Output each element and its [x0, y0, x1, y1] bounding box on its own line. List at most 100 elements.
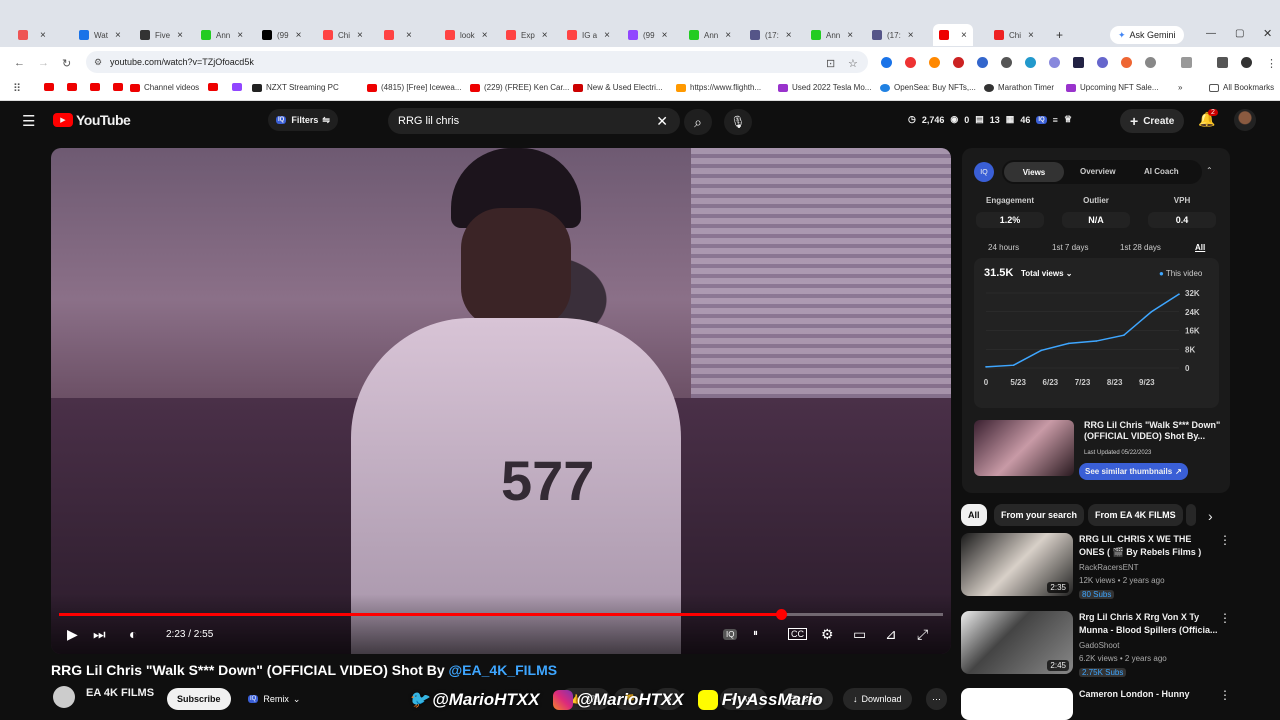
related-video-item[interactable]: Cameron London - Hunny ⋮	[961, 688, 1261, 720]
extensions-puzzle-icon[interactable]	[1181, 57, 1192, 68]
browser-tab[interactable]: Wat ×	[79, 25, 121, 45]
bookmark-item[interactable]	[113, 83, 127, 91]
bookmark-item[interactable]: (229) (FREE) Ken Car...	[470, 83, 569, 92]
browser-tab[interactable]: ×	[933, 24, 973, 46]
extension-icon[interactable]	[1145, 57, 1156, 68]
subscribe-button[interactable]: Subscribe	[167, 688, 231, 710]
reading-list-icon[interactable]	[1217, 57, 1228, 68]
captions-icon[interactable]: CC	[788, 628, 807, 640]
browser-tab[interactable]: Ann ×	[201, 25, 243, 45]
browser-tab[interactable]: Chi ×	[994, 25, 1034, 45]
browser-tab[interactable]: ×	[384, 25, 412, 45]
bookmark-item[interactable]	[232, 83, 246, 91]
reload-icon[interactable]: ↻	[62, 57, 71, 70]
chips-next-chevron-icon[interactable]: ›	[1208, 508, 1213, 524]
tab-close-icon[interactable]: ×	[961, 30, 967, 41]
more-options-icon[interactable]: ⋮	[1219, 533, 1231, 547]
vidiq-stats-bar[interactable]: ◷ 2,746 ◉ 0 ▤ 13 ▦ 46 IQ ≡ ♕	[908, 114, 1072, 125]
more-options-icon[interactable]: ⋮	[1219, 688, 1231, 702]
profile-avatar[interactable]	[1241, 57, 1252, 68]
back-icon[interactable]: ←	[14, 57, 25, 69]
microphone-icon[interactable]: 🎙	[724, 109, 752, 135]
tab-close-icon[interactable]: ×	[1028, 30, 1034, 41]
miniplayer-icon[interactable]: ▭	[853, 626, 866, 643]
play-button-icon[interactable]: ▶	[67, 626, 78, 643]
tab-overview[interactable]: Overview	[1080, 167, 1116, 176]
channel-avatar[interactable]	[53, 686, 75, 708]
hamburger-menu-icon[interactable]: ☰	[22, 112, 35, 130]
ask-gemini-button[interactable]: ✦ Ask Gemini	[1110, 26, 1184, 44]
bookmark-item[interactable]	[67, 83, 81, 91]
tab-close-icon[interactable]: ×	[237, 30, 243, 41]
apps-grid-icon[interactable]: ⠿	[13, 82, 21, 95]
tab-close-icon[interactable]: ×	[482, 30, 488, 41]
browser-tab[interactable]: (17: ×	[750, 25, 792, 45]
tab-views[interactable]: Views	[1004, 162, 1064, 182]
forward-icon[interactable]: →	[38, 57, 49, 69]
bookmark-item[interactable]: (4815) [Free] Icewea...	[367, 83, 461, 92]
browser-tab[interactable]: (17: ×	[872, 25, 914, 45]
bookmark-item[interactable]: Channel videos	[130, 83, 199, 92]
tab-ai-coach[interactable]: AI Coach	[1144, 167, 1179, 176]
fullscreen-icon[interactable]: ⤢	[917, 626, 928, 643]
more-options-icon[interactable]: ⋮	[1219, 611, 1231, 625]
bookmark-star-icon[interactable]: ☆	[848, 57, 858, 70]
chip-overflow[interactable]	[1186, 504, 1196, 526]
extension-icon[interactable]	[1121, 57, 1132, 68]
tab-close-icon[interactable]: ×	[847, 30, 853, 41]
maximize-button[interactable]: ▢	[1235, 28, 1244, 39]
minimize-button[interactable]: —	[1206, 28, 1216, 39]
all-bookmarks-folder[interactable]: All Bookmarks	[1209, 83, 1274, 92]
cast-icon[interactable]: ⊿	[885, 626, 897, 643]
channel-name[interactable]: EA 4K FILMS	[86, 687, 154, 699]
extension-icon[interactable]	[905, 57, 916, 68]
bookmark-item[interactable]: Marathon Timer	[984, 83, 1054, 92]
bookmark-item[interactable]: New & Used Electri...	[573, 83, 663, 92]
chip-from-search[interactable]: From your search	[994, 504, 1085, 526]
browser-tab[interactable]: Chi ×	[323, 25, 363, 45]
browser-tab[interactable]: Ann ×	[689, 25, 731, 45]
bookmark-item[interactable]: Upcoming NFT Sale...	[1066, 83, 1159, 92]
extension-icon[interactable]	[929, 57, 940, 68]
range-7d[interactable]: 1st 7 days	[1052, 243, 1088, 252]
volume-icon[interactable]: ◐	[129, 626, 137, 642]
download-button[interactable]: ↓ Download	[843, 688, 912, 710]
range-28d[interactable]: 1st 28 days	[1120, 243, 1161, 252]
clear-search-icon[interactable]: ✕	[656, 113, 668, 130]
browser-tab[interactable]: (99 ×	[628, 25, 667, 45]
tab-close-icon[interactable]: ×	[406, 30, 412, 41]
youtube-logo[interactable]: ▶ YouTube	[53, 112, 131, 128]
browser-tab[interactable]: Five ×	[140, 25, 183, 45]
extension-icon[interactable]	[1001, 57, 1012, 68]
tab-close-icon[interactable]: ×	[177, 30, 183, 41]
progress-bar[interactable]	[59, 609, 943, 620]
browser-tab[interactable]: IG a ×	[567, 25, 610, 45]
total-views-dropdown[interactable]: Total views ⌄	[1021, 269, 1072, 278]
chip-all[interactable]: All	[961, 504, 987, 526]
bookmark-item[interactable]: OpenSea: Buy NFTs,...	[880, 83, 976, 92]
create-button[interactable]: + Create	[1120, 109, 1185, 133]
bookmark-item[interactable]: Used 2022 Tesla Mo...	[778, 83, 871, 92]
related-thumbnail[interactable]: 2:45	[961, 611, 1073, 674]
extension-icon[interactable]	[953, 57, 964, 68]
related-video-item[interactable]: 2:35 RRG LIL CHRIS X WE THE ONES ( 🎬 By …	[961, 533, 1261, 599]
related-thumbnail[interactable]	[961, 688, 1073, 720]
bookmark-item[interactable]	[90, 83, 104, 91]
search-icon[interactable]: ⌕	[684, 109, 712, 135]
bookmark-item[interactable]	[208, 83, 222, 91]
address-bar[interactable]: ⚙ youtube.com/watch?v=TZjOfoacd5k	[86, 51, 868, 73]
more-actions-button[interactable]: ⋯	[926, 688, 947, 710]
vidiq-player-icon[interactable]: IQ	[723, 629, 738, 640]
bookmark-item[interactable]: NZXT Streaming PC	[252, 83, 339, 92]
pause-toggle-icon[interactable]: ⏸	[753, 628, 758, 639]
extension-icon[interactable]	[881, 57, 892, 68]
tab-close-icon[interactable]: ×	[662, 30, 668, 41]
bookmark-item[interactable]: https://www.flighth...	[676, 83, 761, 92]
extension-icon[interactable]	[1025, 57, 1036, 68]
tab-close-icon[interactable]: ×	[115, 30, 121, 41]
browser-tab[interactable]: look ×	[445, 25, 488, 45]
browser-tab[interactable]: (99 ×	[262, 25, 301, 45]
range-24h[interactable]: 24 hours	[988, 243, 1019, 252]
video-thumbnail[interactable]	[974, 420, 1074, 476]
tab-close-icon[interactable]: ×	[908, 30, 914, 41]
